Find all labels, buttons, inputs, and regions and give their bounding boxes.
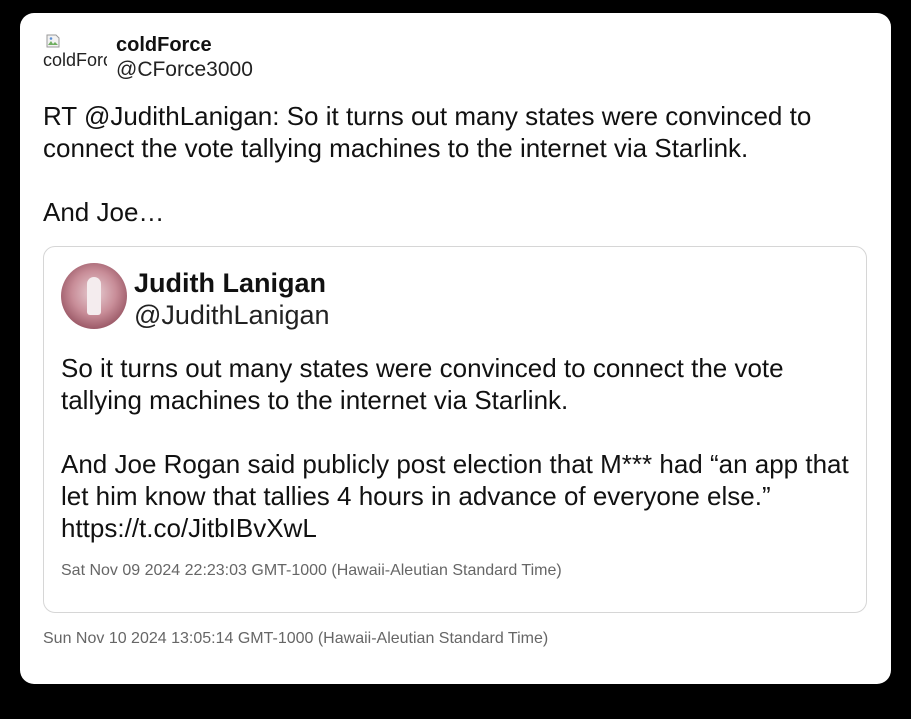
author-names: coldForce @CForce3000 <box>116 33 253 83</box>
quoted-author-avatar[interactable] <box>61 263 127 329</box>
avatar-alt-text: coldForce <box>43 51 107 69</box>
tweet-text: RT @JudithLanigan: So it turns out many … <box>43 101 812 227</box>
quoted-author-names: Judith Lanigan @JudithLanigan <box>134 267 330 331</box>
quoted-author-display-name[interactable]: Judith Lanigan <box>134 267 330 299</box>
avatar-figure <box>87 277 101 315</box>
quoted-tweet[interactable]: Judith Lanigan @JudithLanigan So it turn… <box>43 246 867 613</box>
author-display-name[interactable]: coldForce <box>116 33 253 57</box>
broken-image-icon <box>46 34 60 48</box>
author-avatar[interactable]: coldForce <box>43 33 107 79</box>
author-handle[interactable]: @CForce3000 <box>116 57 253 83</box>
quoted-tweet-timestamp: Sat Nov 09 2024 22:23:03 GMT-1000 (Hawai… <box>61 562 562 579</box>
tweet-timestamp: Sun Nov 10 2024 13:05:14 GMT-1000 (Hawai… <box>43 630 549 647</box>
quoted-author-handle[interactable]: @JudithLanigan <box>134 299 330 331</box>
quoted-tweet-text: So it turns out many states were convinc… <box>61 353 849 543</box>
tweet-card: coldForce coldForce @CForce3000 RT @Judi… <box>20 13 891 684</box>
